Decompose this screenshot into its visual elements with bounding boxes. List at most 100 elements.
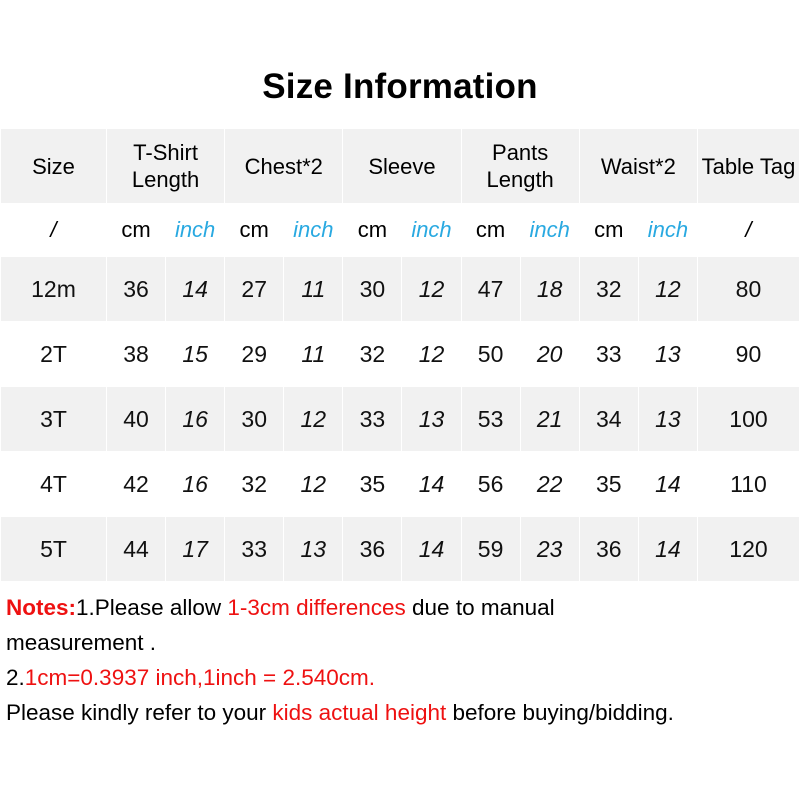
unit-cell-sleeve-cm: cm: [342, 203, 403, 257]
cell-chest-inch: 11: [283, 321, 344, 387]
note-line-2: measurement .: [6, 630, 157, 655]
cell-tshirt-inch: 16: [165, 386, 226, 452]
table-row: 2T 38 15 29 11 32 12 50 20 33 13 90: [0, 321, 800, 387]
cell-chest-inch: 12: [283, 451, 344, 517]
cell-sleeve-cm: 32: [342, 321, 403, 387]
cell-chest-cm: 29: [224, 321, 285, 387]
table-row: 4T 42 16 32 12 35 14 56 22 35 14 110: [0, 451, 800, 517]
cell-chest-cm: 27: [224, 256, 285, 322]
cell-sleeve-inch: 14: [401, 516, 462, 582]
cell-chest-cm: 32: [224, 451, 285, 517]
cell-waist-cm: 32: [578, 256, 639, 322]
cell-pants-inch: 18: [519, 256, 580, 322]
cell-waist-cm: 35: [578, 451, 639, 517]
cell-waist-cm: 33: [578, 321, 639, 387]
cell-waist-inch: 14: [637, 451, 698, 517]
cell-chest-cm: 30: [224, 386, 285, 452]
cell-tshirt-inch: 14: [165, 256, 226, 322]
cell-table-tag: 90: [696, 321, 800, 387]
note-3-text-a: Please kindly refer to your: [6, 700, 273, 725]
table-unit-row: / cm inch cm inch cm inch cm inch cm inc…: [0, 203, 800, 257]
cell-table-tag: 80: [696, 256, 800, 322]
unit-cell-chest-cm: cm: [224, 203, 285, 257]
table-header-row: Size T-Shirt Length Chest*2 Sleeve Pants…: [0, 128, 800, 204]
header-cell-sleeve: Sleeve: [342, 128, 462, 204]
cell-tshirt-cm: 38: [105, 321, 167, 387]
cell-chest-inch: 11: [283, 256, 344, 322]
header-cell-size: Size: [0, 128, 107, 204]
table-row: 3T 40 16 30 12 33 13 53 21 34 13 100: [0, 386, 800, 452]
page-title: Size Information: [262, 67, 538, 106]
cell-size: 4T: [0, 451, 107, 517]
cell-waist-inch: 14: [637, 516, 698, 582]
cell-table-tag: 100: [696, 386, 800, 452]
cell-waist-inch: 13: [637, 386, 698, 452]
cell-tshirt-inch: 15: [165, 321, 226, 387]
cell-size: 3T: [0, 386, 107, 452]
cell-waist-cm: 34: [578, 386, 639, 452]
header-cell-waist: Waist*2: [578, 128, 698, 204]
header-cell-tshirt-length: T-Shirt Length: [105, 128, 226, 204]
cell-sleeve-cm: 36: [342, 516, 403, 582]
cell-sleeve-cm: 30: [342, 256, 403, 322]
table-row: 12m 36 14 27 11 30 12 47 18 32 12 80: [0, 256, 800, 322]
cell-pants-cm: 47: [460, 256, 521, 322]
cell-pants-cm: 53: [460, 386, 521, 452]
unit-cell-sleeve-inch: inch: [401, 203, 462, 257]
cell-size: 5T: [0, 516, 107, 582]
unit-cell-pants-inch: inch: [519, 203, 580, 257]
cell-tshirt-inch: 16: [165, 451, 226, 517]
cell-size: 12m: [0, 256, 107, 322]
note-2-prefix: 2.: [6, 665, 25, 690]
cell-table-tag: 120: [696, 516, 800, 582]
unit-cell-pants-cm: cm: [460, 203, 521, 257]
cell-tshirt-cm: 36: [105, 256, 167, 322]
cell-sleeve-inch: 13: [401, 386, 462, 452]
cell-pants-inch: 21: [519, 386, 580, 452]
header-cell-table-tag: Table Tag: [696, 128, 800, 204]
note-3-highlight: kids actual height: [272, 700, 447, 725]
unit-cell-waist-inch: inch: [637, 203, 698, 257]
note-2-conversion: 1cm=0.3937 inch,1inch = 2.540cm.: [24, 665, 375, 690]
cell-chest-inch: 12: [283, 386, 344, 452]
cell-tshirt-inch: 17: [165, 516, 226, 582]
cell-pants-cm: 56: [460, 451, 521, 517]
note-1-text-b: due to manual: [405, 595, 555, 620]
cell-tshirt-cm: 42: [105, 451, 167, 517]
cell-sleeve-inch: 14: [401, 451, 462, 517]
notes-label: Notes:: [6, 595, 77, 620]
cell-sleeve-cm: 33: [342, 386, 403, 452]
cell-waist-inch: 12: [637, 256, 698, 322]
size-chart-page: Size Information Size T-Shirt Length Che…: [0, 0, 800, 800]
notes-section: Notes:1.Please allow 1-3cm differences d…: [0, 582, 800, 730]
cell-pants-inch: 22: [519, 451, 580, 517]
unit-cell-tshirt-cm: cm: [105, 203, 167, 257]
note-line-4: Please kindly refer to your kids actual …: [6, 695, 794, 730]
cell-waist-cm: 36: [578, 516, 639, 582]
cell-pants-inch: 20: [519, 321, 580, 387]
header-cell-chest: Chest*2: [224, 128, 344, 204]
table-row: 5T 44 17 33 13 36 14 59 23 36 14 120: [0, 516, 800, 582]
unit-cell-table-tag: /: [696, 203, 800, 257]
cell-chest-inch: 13: [283, 516, 344, 582]
size-information-table: Size T-Shirt Length Chest*2 Sleeve Pants…: [0, 128, 800, 582]
note-line-1: Notes:1.Please allow 1-3cm differences d…: [6, 590, 794, 625]
cell-sleeve-cm: 35: [342, 451, 403, 517]
cell-pants-cm: 59: [460, 516, 521, 582]
note-1-highlight: 1-3cm differences: [227, 595, 406, 620]
cell-tshirt-cm: 44: [105, 516, 167, 582]
cell-sleeve-inch: 12: [401, 256, 462, 322]
cell-pants-cm: 50: [460, 321, 521, 387]
note-line-3: 2.1cm=0.3937 inch,1inch = 2.540cm.: [6, 660, 794, 695]
cell-pants-inch: 23: [519, 516, 580, 582]
unit-cell-waist-cm: cm: [578, 203, 639, 257]
cell-tshirt-cm: 40: [105, 386, 167, 452]
cell-chest-cm: 33: [224, 516, 285, 582]
unit-cell-tshirt-inch: inch: [165, 203, 226, 257]
note-3-text-b: before buying/bidding.: [446, 700, 674, 725]
cell-waist-inch: 13: [637, 321, 698, 387]
unit-cell-size: /: [0, 203, 107, 257]
cell-sleeve-inch: 12: [401, 321, 462, 387]
unit-cell-chest-inch: inch: [283, 203, 344, 257]
cell-table-tag: 110: [696, 451, 800, 517]
